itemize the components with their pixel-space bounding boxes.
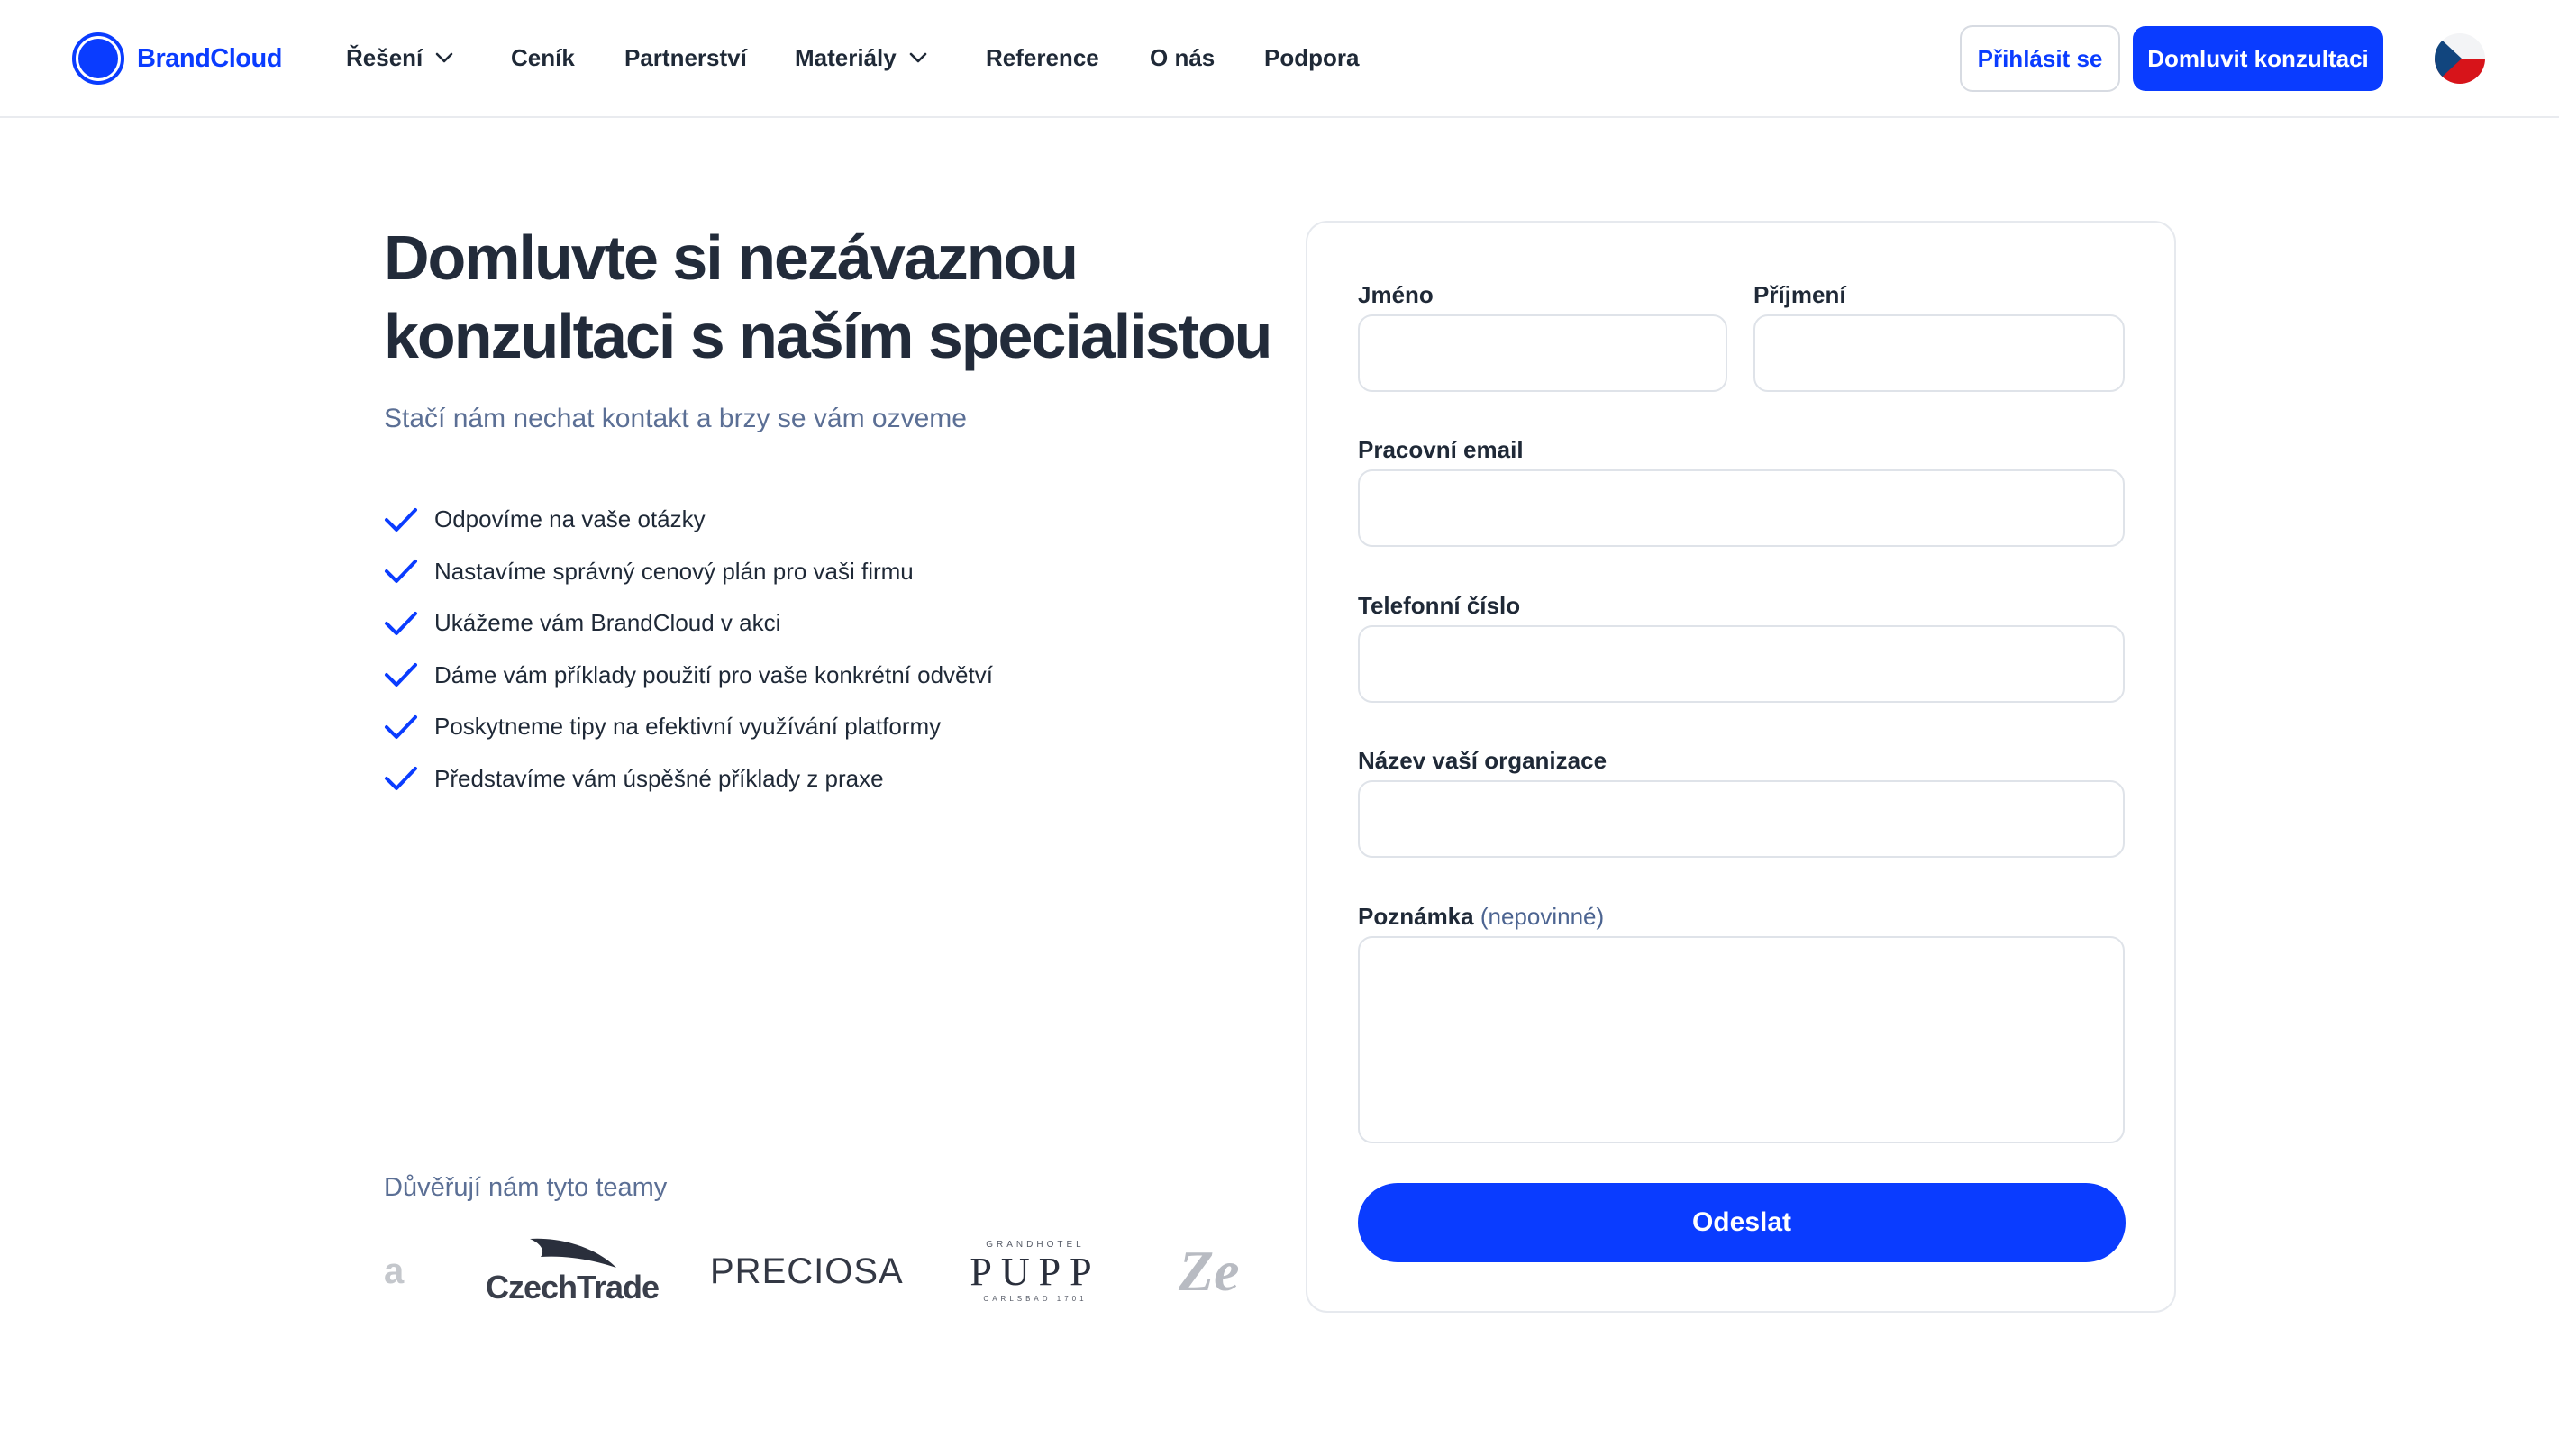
submit-button[interactable]: Odeslat (1358, 1183, 2126, 1262)
checkmark-icon (385, 767, 417, 791)
nav-item-reseni[interactable]: Řešení (346, 40, 453, 76)
list-item: Nastavíme správný cenový plán pro vaši f… (384, 546, 993, 598)
client-logos-carousel: a CzechTrade PRECIOSA GRANDHOTEL PUPP CA… (384, 1222, 1252, 1321)
benefit-text: Odpovíme na vaše otázky (434, 505, 706, 533)
last-name-label: Příjmení (1753, 281, 1846, 308)
first-name-label: Jméno (1358, 281, 1434, 308)
email-field[interactable] (1358, 469, 2125, 547)
nav-item-partnerstvi[interactable]: Partnerství (624, 40, 747, 76)
email-label: Pracovní email (1358, 436, 1524, 463)
page-title: Domluvte si nezávaznou konzultaci s naší… (384, 223, 1272, 371)
benefit-text: Dáme vám příklady použití pro vaše konkr… (434, 660, 993, 688)
consultation-form: Jméno Příjmení Pracovní email Telefonní … (1306, 221, 2176, 1313)
benefit-text: Představíme vám úspěšné příklady z praxe (434, 764, 884, 792)
czechtrade-logo: CzechTrade (478, 1222, 667, 1321)
chevron-down-icon (435, 52, 453, 63)
trusted-by-label: Důvěřují nám tyto teamy (384, 1173, 668, 1202)
optional-hint: (nepovinné) (1480, 903, 1605, 930)
list-item: Dáme vám příklady použití pro vaše konkr… (384, 650, 993, 702)
login-button[interactable]: Přihlásit se (1960, 25, 2120, 92)
list-item: Ukážeme vám BrandCloud v akci (384, 597, 993, 650)
checkmark-icon (385, 611, 417, 635)
site-header: BrandCloud Řešení Ceník Partnerství Mate… (0, 0, 2559, 118)
checkmark-icon (385, 663, 417, 687)
nav-item-materialy[interactable]: Materiály (795, 40, 927, 76)
note-field[interactable] (1358, 936, 2125, 1143)
grandhotel-pupp-logo: GRANDHOTEL PUPP CARLSBAD 1701 (970, 1240, 1101, 1303)
chevron-down-icon (909, 52, 927, 63)
partial-logo-right: Ze (1179, 1239, 1240, 1303)
first-name-field[interactable] (1358, 314, 1727, 392)
checkmark-icon (385, 560, 417, 584)
note-label: Poznámka (nepovinné) (1358, 903, 1604, 931)
language-switcher (2435, 33, 2485, 84)
czechtrade-swoosh-icon (530, 1238, 616, 1268)
phone-field[interactable] (1358, 625, 2125, 703)
list-item: Odpovíme na vaše otázky (384, 494, 993, 546)
nav-item-label: Ceník (511, 43, 575, 71)
list-item: Poskytneme tipy na efektivní využívání p… (384, 701, 993, 753)
phone-label: Telefonní číslo (1358, 592, 1521, 619)
nav-item-label: O nás (1150, 43, 1216, 71)
nav-item-label: Materiály (795, 43, 897, 71)
czech-flag-icon[interactable] (2435, 33, 2485, 84)
preciosa-logo: PRECIOSA (710, 1251, 904, 1291)
nav-item-reference[interactable]: Reference (986, 40, 1099, 76)
benefit-text: Poskytneme tipy na efektivní využívání p… (434, 713, 942, 741)
nav-item-label: Řešení (346, 43, 423, 71)
brand-name: BrandCloud (137, 43, 282, 73)
brandcloud-logo-icon (72, 32, 124, 85)
page-subtitle: Stačí nám nechat kontakt a brzy se vám o… (384, 404, 967, 433)
brand-logo[interactable]: BrandCloud (72, 32, 282, 85)
note-label-text: Poznámka (1358, 903, 1474, 930)
benefit-text: Nastavíme správný cenový plán pro vaši f… (434, 557, 914, 585)
list-item: Představíme vám úspěšné příklady z praxe (384, 753, 993, 805)
nav-item-label: Partnerství (624, 43, 747, 71)
organization-field[interactable] (1358, 780, 2125, 858)
checkmark-icon (385, 507, 417, 532)
nav-item-label: Reference (986, 43, 1099, 71)
partial-logo-left: a (384, 1251, 405, 1291)
benefit-text: Ukážeme vám BrandCloud v akci (434, 609, 781, 637)
book-consultation-button[interactable]: Domluvit konzultaci (2133, 26, 2383, 91)
checkmark-icon (385, 714, 417, 739)
organization-label: Název vaší organizace (1358, 747, 1607, 774)
last-name-field[interactable] (1753, 314, 2125, 392)
nav-item-cenik[interactable]: Ceník (511, 40, 575, 76)
benefits-list: Odpovíme na vaše otázky Nastavíme správn… (384, 494, 993, 805)
nav-item-label: Podpora (1264, 43, 1360, 71)
nav-item-podpora[interactable]: Podpora (1264, 40, 1359, 76)
nav-item-o-nas[interactable]: O nás (1150, 40, 1215, 76)
